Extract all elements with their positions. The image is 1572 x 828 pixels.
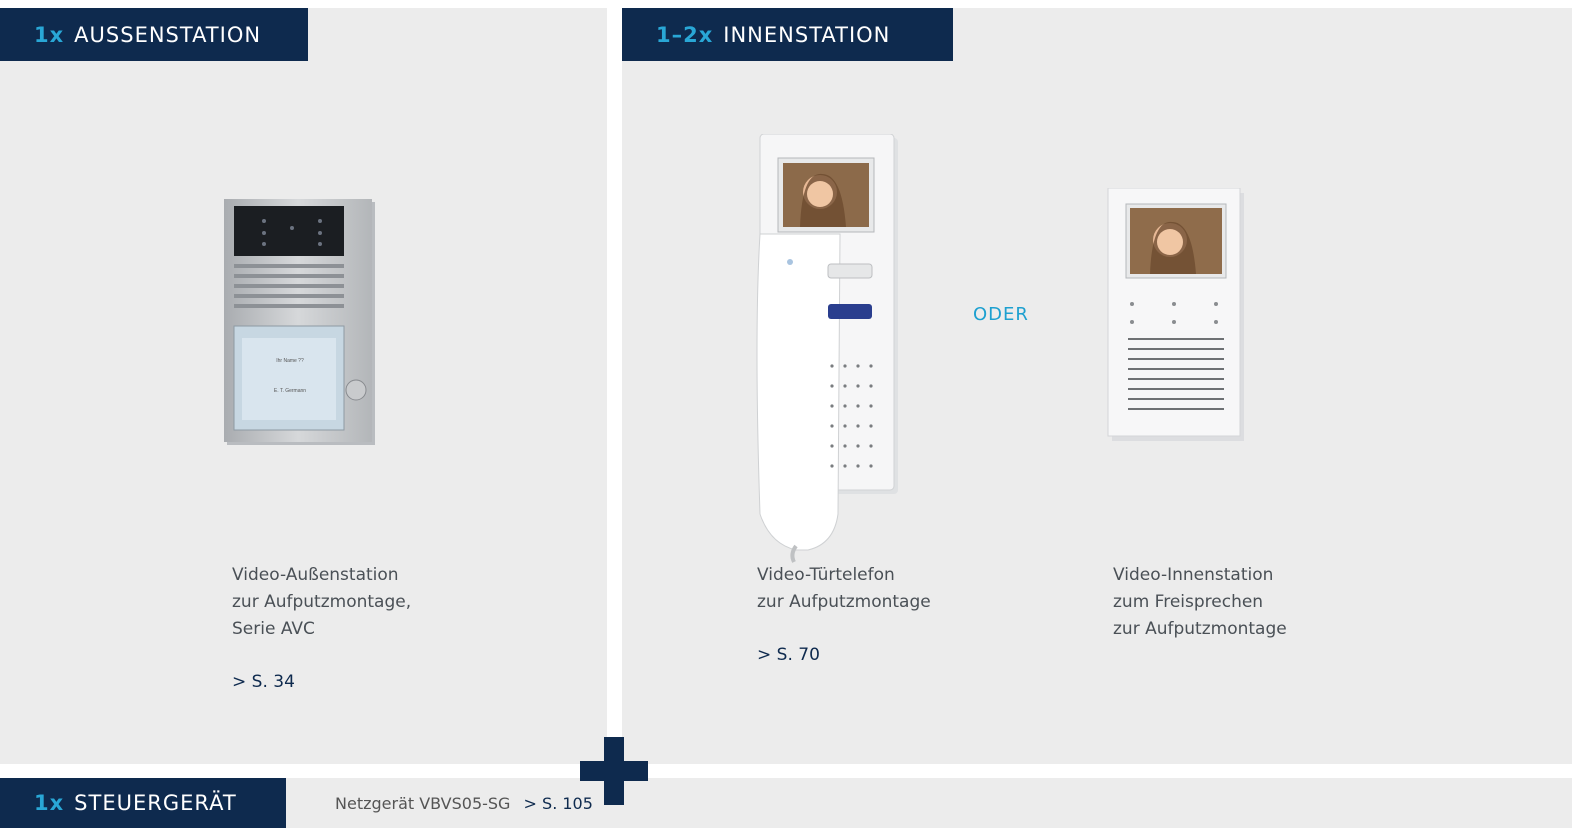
hands-free-station-image <box>1107 188 1244 441</box>
door-phone-desc-line-1: Video-Türtelefon <box>757 565 895 585</box>
steuergeraet-panel: 1x STEUERGERÄT Netzgerät VBVS05-SG > S. … <box>0 778 1572 828</box>
power-supply-page-ref[interactable]: > S. 105 <box>524 794 593 813</box>
door-label-name: Ihr Name ?? <box>276 358 304 364</box>
door-station-image: Ihr Name ?? E. T. Germann <box>224 199 375 445</box>
power-supply-name: Netzgerät VBVS05-SG <box>335 794 511 813</box>
oder-label: ODER <box>973 304 1029 325</box>
door-phone-page-ref[interactable]: > S. 70 <box>757 645 820 665</box>
hands-free-description: Video-Innenstation zum Freisprechen zur … <box>1113 562 1287 643</box>
steuergeraet-header: 1x STEUERGERÄT <box>0 778 286 828</box>
door-label-sub: E. T. Germann <box>274 388 306 394</box>
video-door-phone-image <box>756 134 898 563</box>
hands-free-desc-line-1: Video-Innenstation <box>1113 565 1274 585</box>
door-phone-desc-line-2: zur Aufputzmontage <box>757 592 931 612</box>
hands-free-desc-line-3: zur Aufputzmontage <box>1113 619 1287 639</box>
innenstation-header: 1–2x INNENSTATION <box>622 8 953 61</box>
hands-free-desc-line-2: zum Freisprechen <box>1113 592 1264 612</box>
plus-icon <box>580 761 648 781</box>
aussenstation-description: Video-Außenstation zur Aufputzmontage, S… <box>232 562 411 643</box>
aussenstation-title: AUSSENSTATION <box>74 22 262 47</box>
steuergeraet-title: STEUERGERÄT <box>74 791 237 815</box>
door-phone-description: Video-Türtelefon zur Aufputzmontage <box>757 562 931 616</box>
aussenstation-qty: 1x <box>34 22 65 47</box>
aussenstation-page-ref[interactable]: > S. 34 <box>232 672 295 692</box>
aussenstation-panel: 1x AUSSENSTATION Ihr Name ?? E. T. Germa… <box>0 8 607 764</box>
innenstation-qty: 1–2x <box>656 22 714 47</box>
aussenstation-desc-line-1: Video-Außenstation <box>232 565 399 585</box>
power-supply-info: Netzgerät VBVS05-SG > S. 105 <box>335 794 593 813</box>
aussenstation-desc-line-2: zur Aufputzmontage, <box>232 592 412 612</box>
aussenstation-desc-line-3: Serie AVC <box>232 619 315 639</box>
aussenstation-header: 1x AUSSENSTATION <box>0 8 308 61</box>
steuergeraet-qty: 1x <box>34 791 65 815</box>
innenstation-title: INNENSTATION <box>723 22 891 47</box>
innenstation-panel: 1–2x INNENSTATION ODER Video-Türtelefon … <box>622 8 1572 764</box>
